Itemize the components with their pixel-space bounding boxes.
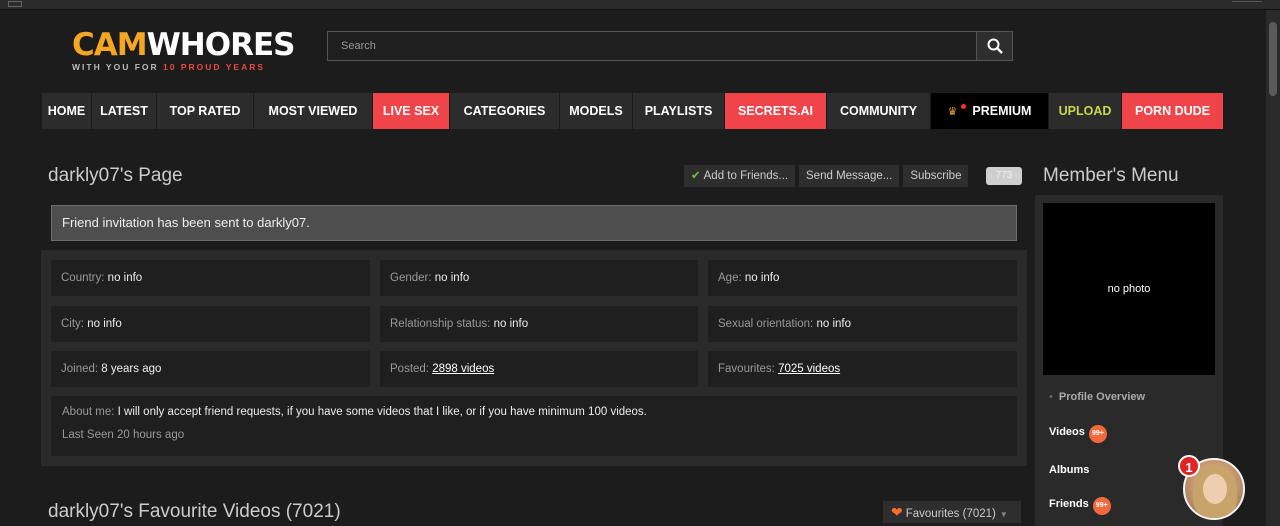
chat-notification-badge: 1 <box>1178 455 1200 477</box>
page-scrollbar[interactable] <box>1266 10 1280 526</box>
scrollbar-thumb[interactable] <box>1269 22 1277 96</box>
last-seen: Last Seen 20 hours ago <box>62 429 185 441</box>
info-gender: Gender: no info <box>380 260 698 296</box>
friends-count-badge: 99+ <box>1092 497 1111 515</box>
window-controls <box>1232 1 1262 7</box>
search-bar <box>327 31 1013 61</box>
info-posted: Posted: 2898 videos <box>380 351 698 387</box>
nav-live-sex[interactable]: LIVE SEX <box>373 93 450 129</box>
info-relationship-value: no info <box>493 318 529 330</box>
add-to-friends-label: Add to Friends... <box>703 170 789 182</box>
info-orientation-label: Sexual orientation: <box>718 318 814 330</box>
profile-actions: ✔ Add to Friends... Send Message... Subsc… <box>684 165 972 187</box>
bullet-icon: • <box>1049 391 1053 403</box>
avatar-face <box>1203 474 1227 504</box>
nav-most-viewed[interactable]: MOST VIEWED <box>254 93 373 129</box>
friend-invite-notice: Friend invitation has been sent to darkl… <box>51 205 1017 241</box>
profile-info-panel: Country: no info Gender: no info Age: no… <box>41 250 1027 466</box>
nav-community[interactable]: COMMUNITY <box>827 93 931 129</box>
window-icon <box>8 1 22 7</box>
menu-videos[interactable]: Videos 99+ <box>1049 425 1107 443</box>
nav-premium[interactable]: ♛ PREMIUM <box>931 93 1049 129</box>
info-joined-value: 8 years ago <box>101 363 162 375</box>
info-joined-label: Joined: <box>61 363 99 375</box>
menu-friends-label: Friends <box>1049 498 1089 510</box>
menu-profile-overview-label: Profile Overview <box>1058 391 1146 403</box>
info-orientation-value: no info <box>816 318 851 330</box>
posted-videos-link[interactable]: 2898 videos <box>432 363 494 375</box>
search-input[interactable] <box>328 32 976 60</box>
subscribe-button[interactable]: Subscribe <box>903 165 969 187</box>
info-age: Age: no info <box>708 260 1017 296</box>
info-city: City: no info <box>51 306 370 342</box>
nav-secrets-ai[interactable]: SECRETS.AI <box>725 93 827 129</box>
info-relationship: Relationship status: no info <box>380 306 698 342</box>
crown-icon: ♛ <box>947 106 958 118</box>
about-label: About me: <box>62 406 115 418</box>
nav-latest[interactable]: LATEST <box>92 93 157 129</box>
info-age-value: no info <box>744 272 780 284</box>
logo-whores: WHORES <box>146 27 296 63</box>
nav-home[interactable]: HOME <box>42 93 92 129</box>
heart-icon: ❤ <box>891 504 903 520</box>
favourites-dropdown[interactable]: ❤ Favourites (7021) ▼ <box>883 501 1021 523</box>
info-favourites-label: Favourites: <box>718 363 775 375</box>
member-menu-title: Member's Menu <box>1043 165 1179 186</box>
info-city-label: City: <box>61 318 84 330</box>
about-text: I will only accept friend requests, if y… <box>117 406 647 418</box>
nav-upload[interactable]: UPLOAD <box>1049 93 1122 129</box>
menu-videos-label: Videos <box>1049 426 1085 438</box>
chevron-down-icon: ▼ <box>999 510 1008 519</box>
logo-tag-prefix: WITH YOU FOR <box>72 62 164 72</box>
info-gender-value: no info <box>434 272 470 284</box>
subscriber-count-badge: 773 <box>986 167 1022 185</box>
main-nav: HOME LATEST TOP RATED MOST VIEWED LIVE S… <box>42 93 1223 129</box>
add-to-friends-button[interactable]: ✔ Add to Friends... <box>684 165 796 187</box>
info-age-label: Age: <box>718 272 742 284</box>
info-favourites: Favourites: 7025 videos <box>708 351 1017 387</box>
nav-categories[interactable]: CATEGORIES <box>450 93 560 129</box>
menu-profile-overview[interactable]: • Profile Overview <box>1049 391 1145 403</box>
menu-friends[interactable]: Friends 99+ <box>1049 497 1111 515</box>
info-posted-label: Posted: <box>390 363 429 375</box>
menu-albums[interactable]: Albums <box>1049 464 1089 476</box>
logo-cam: CAM <box>72 27 148 63</box>
nav-top-rated[interactable]: TOP RATED <box>157 93 254 129</box>
page-title: darkly07's Page <box>48 165 183 186</box>
info-country-value: no info <box>107 272 143 284</box>
info-country-label: Country: <box>61 272 105 284</box>
info-city-value: no info <box>87 318 122 330</box>
logo-tag-highlight: 10 PROUD YEARS <box>163 62 266 72</box>
nav-models[interactable]: MODELS <box>560 93 633 129</box>
logo-tagline: WITH YOU FOR 10 PROUD YEARS <box>72 62 292 72</box>
info-country: Country: no info <box>51 260 370 296</box>
favourite-videos-link[interactable]: 7025 videos <box>778 363 840 375</box>
search-button[interactable] <box>976 32 1012 60</box>
check-icon: ✔ <box>691 170 701 182</box>
live-dot-icon <box>961 104 967 109</box>
about-me-box: About me: I will only accept friend requ… <box>51 396 1017 456</box>
browser-top-strip <box>0 0 1280 10</box>
info-relationship-label: Relationship status: <box>390 318 491 330</box>
favourites-dropdown-label: Favourites (7021) <box>905 508 996 520</box>
info-joined: Joined: 8 years ago <box>51 351 370 387</box>
site-logo[interactable]: CAMWHORES WITH YOU FOR 10 PROUD YEARS <box>72 27 296 76</box>
info-orientation: Sexual orientation: no info <box>708 306 1017 342</box>
nav-porn-dude[interactable]: PORN DUDE <box>1122 93 1223 129</box>
videos-count-badge: 99+ <box>1088 425 1107 443</box>
favourite-videos-title: darkly07's Favourite Videos (7021) <box>48 501 341 522</box>
search-icon <box>987 38 1003 54</box>
nav-playlists[interactable]: PLAYLISTS <box>633 93 725 129</box>
info-gender-label: Gender: <box>390 272 432 284</box>
profile-photo: no photo <box>1043 203 1215 375</box>
send-message-button[interactable]: Send Message... <box>799 165 900 187</box>
nav-premium-label: PREMIUM <box>972 104 1032 118</box>
